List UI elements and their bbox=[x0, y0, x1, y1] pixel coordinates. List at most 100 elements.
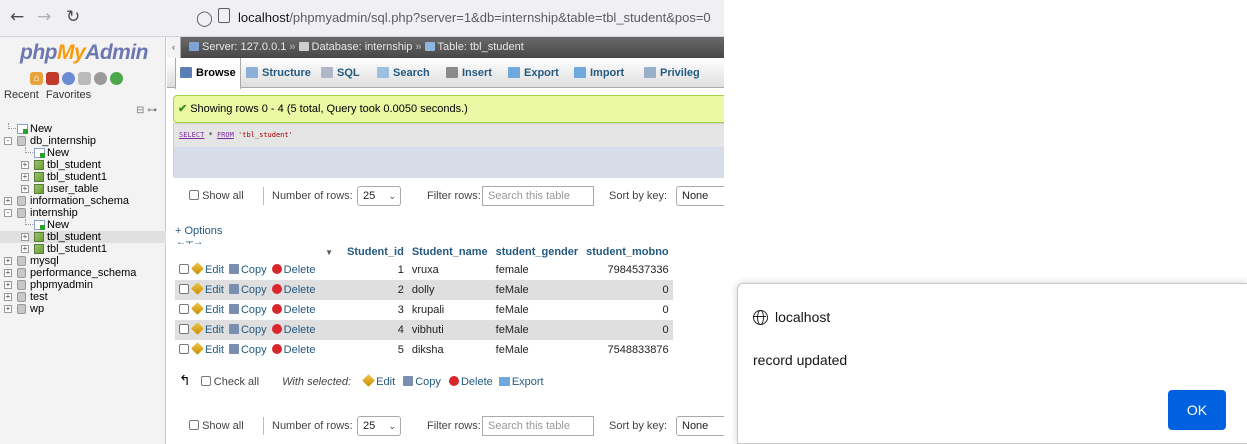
collapse-icon[interactable]: - bbox=[4, 209, 12, 217]
breadcrumb-database[interactable]: Database: internship bbox=[312, 41, 413, 53]
edit-button[interactable]: Edit bbox=[205, 304, 224, 316]
tab-structure[interactable]: Structure bbox=[242, 58, 315, 88]
edit-button[interactable]: Edit bbox=[205, 324, 224, 336]
cell-student_name[interactable]: diksha bbox=[407, 340, 492, 360]
tree-item-label[interactable]: performance_schema bbox=[30, 267, 136, 279]
copy-icon[interactable] bbox=[228, 344, 239, 354]
tree-item-label[interactable]: wp bbox=[30, 303, 44, 315]
tree-item-label[interactable]: tbl_student1 bbox=[47, 243, 107, 255]
cell-student_mobno[interactable]: 7548833876 bbox=[582, 340, 673, 360]
column-header[interactable]: student_mobno bbox=[582, 244, 673, 260]
tree-item-label[interactable]: db_internship bbox=[30, 135, 96, 147]
bulk-export-button[interactable]: Export bbox=[512, 376, 544, 388]
table-icon[interactable] bbox=[34, 160, 44, 170]
cell-student_gender[interactable]: female bbox=[491, 260, 583, 280]
cell-student_gender[interactable]: feMale bbox=[491, 280, 583, 300]
url-text[interactable]: localhost/phpmyadmin/sql.php?server=1&db… bbox=[238, 10, 711, 25]
delete-button[interactable]: Delete bbox=[284, 344, 316, 356]
logout-icon[interactable] bbox=[46, 72, 59, 85]
delete-button[interactable]: Delete bbox=[284, 324, 316, 336]
tree-item[interactable]: New bbox=[0, 219, 166, 231]
show-all-checkbox[interactable] bbox=[189, 420, 199, 430]
cell-student_id[interactable]: 2 bbox=[343, 280, 408, 300]
expand-icon[interactable]: + bbox=[21, 173, 29, 181]
tree-item-label[interactable]: test bbox=[30, 291, 48, 303]
column-header[interactable]: student_gender bbox=[491, 244, 583, 260]
pencil-icon[interactable] bbox=[191, 262, 204, 275]
recent-tab[interactable]: Recent bbox=[4, 89, 39, 101]
new-icon[interactable] bbox=[17, 124, 28, 134]
forward-arrow-icon[interactable]: → bbox=[37, 9, 51, 26]
cell-student_name[interactable]: dolly bbox=[407, 280, 492, 300]
tree-item-label[interactable]: mysql bbox=[30, 255, 59, 267]
cell-student_name[interactable]: vibhuti bbox=[407, 320, 492, 340]
copy-button[interactable]: Copy bbox=[241, 264, 267, 276]
tab-sql[interactable]: SQL bbox=[317, 58, 364, 88]
pencil-icon[interactable] bbox=[191, 322, 204, 335]
tree-item-label[interactable]: New bbox=[30, 123, 52, 135]
tree-item[interactable]: - db_internship bbox=[0, 135, 166, 147]
expand-icon[interactable]: + bbox=[21, 233, 29, 241]
shield-icon[interactable]: ◯ bbox=[196, 9, 213, 27]
pencil-icon[interactable] bbox=[191, 302, 204, 315]
copy-button[interactable]: Copy bbox=[241, 284, 267, 296]
tree-item[interactable]: + tbl_student bbox=[0, 231, 166, 243]
bulk-edit-button[interactable]: Edit bbox=[376, 376, 395, 388]
edit-button[interactable]: Edit bbox=[205, 284, 224, 296]
number-of-rows-select[interactable]: 25 ⌄ bbox=[357, 416, 401, 436]
new-icon[interactable] bbox=[34, 220, 45, 230]
show-all-toggle[interactable]: Show all bbox=[189, 414, 244, 438]
database-icon[interactable] bbox=[17, 280, 26, 290]
tab-insert[interactable]: Insert bbox=[442, 58, 496, 88]
copy-icon[interactable] bbox=[228, 284, 239, 294]
cell-student_gender[interactable]: feMale bbox=[491, 300, 583, 320]
expand-icon[interactable]: + bbox=[4, 305, 12, 313]
filter-rows-input[interactable]: Search this table bbox=[482, 186, 594, 206]
delete-icon[interactable] bbox=[271, 284, 282, 294]
delete-button[interactable]: Delete bbox=[284, 284, 316, 296]
tab-privileg[interactable]: Privileg bbox=[640, 58, 704, 88]
export-icon[interactable] bbox=[498, 377, 510, 386]
sort-by-key-select[interactable]: None bbox=[676, 416, 724, 436]
new-icon[interactable] bbox=[34, 148, 45, 158]
tree-item[interactable]: + tbl_student1 bbox=[0, 171, 166, 183]
cell-student_id[interactable]: 4 bbox=[343, 320, 408, 340]
tree-item-label[interactable]: New bbox=[47, 147, 69, 159]
check-all-label[interactable]: Check all bbox=[214, 376, 259, 388]
tree-item[interactable]: + tbl_student1 bbox=[0, 243, 166, 255]
options-link[interactable]: + Options bbox=[175, 225, 222, 237]
collapse-arrow-icon[interactable]: ‹ bbox=[167, 37, 181, 58]
cell-student_mobno[interactable]: 0 bbox=[582, 320, 673, 340]
home-icon[interactable]: ⌂ bbox=[30, 72, 43, 85]
edit-button[interactable]: Edit bbox=[205, 344, 224, 356]
delete-button[interactable]: Delete bbox=[284, 264, 316, 276]
delete-icon[interactable] bbox=[271, 264, 282, 274]
tree-item-label[interactable]: tbl_student bbox=[47, 159, 101, 171]
copy-icon[interactable] bbox=[403, 376, 414, 386]
database-icon[interactable] bbox=[17, 292, 26, 302]
tree-item-label[interactable]: phpmyadmin bbox=[30, 279, 93, 291]
sort-by-key-select[interactable]: None bbox=[676, 186, 724, 206]
tree-item[interactable]: + wp bbox=[0, 303, 166, 315]
tab-browse[interactable]: Browse bbox=[175, 58, 241, 89]
database-icon[interactable] bbox=[17, 208, 26, 218]
table-icon[interactable] bbox=[34, 232, 44, 242]
tree-item-label[interactable]: information_schema bbox=[30, 195, 129, 207]
breadcrumb-table[interactable]: Table: tbl_student bbox=[438, 41, 524, 53]
reload-icon[interactable]: ↻ bbox=[66, 9, 80, 26]
tree-item[interactable]: - internship bbox=[0, 207, 166, 219]
bulk-delete-button[interactable]: Delete bbox=[461, 376, 493, 388]
collapse-icon[interactable]: - bbox=[4, 137, 12, 145]
expand-icon[interactable]: + bbox=[4, 269, 12, 277]
delete-button[interactable]: Delete bbox=[284, 304, 316, 316]
favorites-tab[interactable]: Favorites bbox=[46, 89, 91, 101]
delete-icon[interactable] bbox=[271, 344, 282, 354]
expand-icon[interactable]: + bbox=[21, 161, 29, 169]
row-checkbox[interactable] bbox=[179, 284, 189, 294]
tree-item[interactable]: + information_schema bbox=[0, 195, 166, 207]
cell-student_mobno[interactable]: 0 bbox=[582, 280, 673, 300]
database-icon[interactable] bbox=[17, 136, 26, 146]
row-checkbox[interactable] bbox=[179, 264, 189, 274]
database-icon[interactable] bbox=[17, 256, 26, 266]
tab-export[interactable]: Export bbox=[504, 58, 563, 88]
